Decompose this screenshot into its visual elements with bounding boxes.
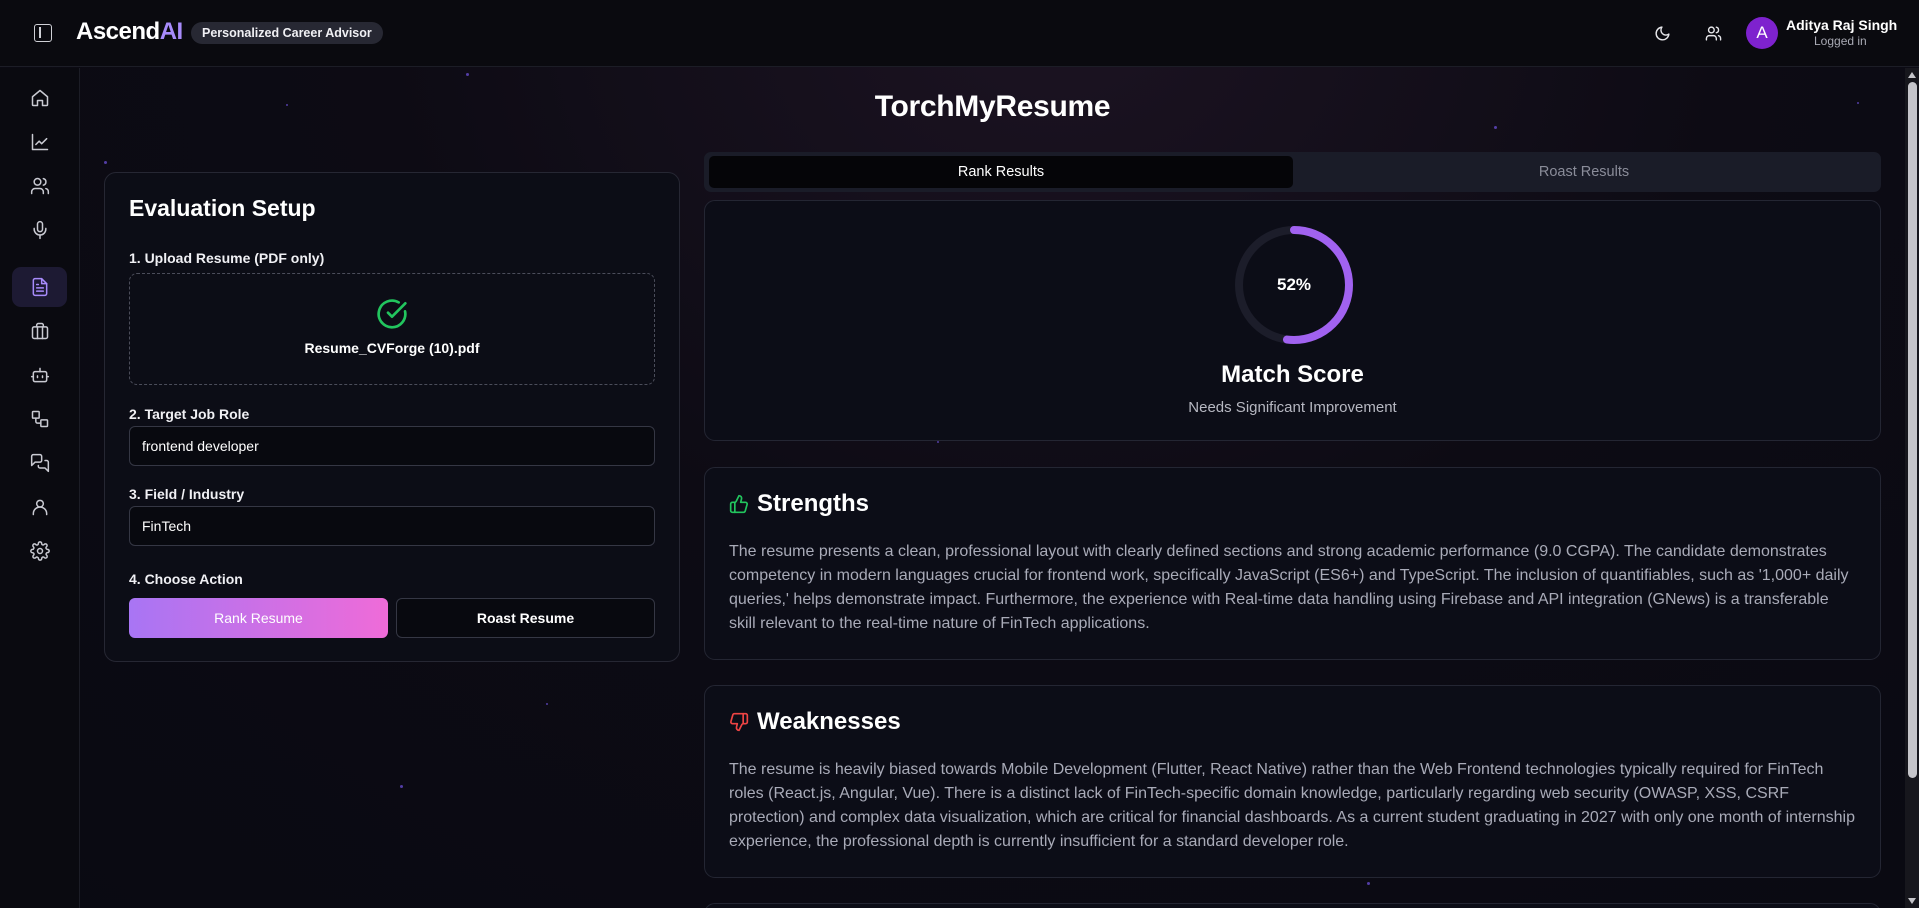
- theme-toggle-icon[interactable]: [1650, 21, 1674, 45]
- scroll-down-arrow-icon[interactable]: [1908, 898, 1916, 904]
- tab-rank-results[interactable]: Rank Results: [709, 156, 1293, 188]
- job-role-input[interactable]: [129, 426, 655, 466]
- page-title: TorchMyResume: [874, 90, 1111, 123]
- background-star: [104, 161, 107, 164]
- sidebar-item-community[interactable]: [12, 166, 67, 206]
- results-tabs: Rank Results Roast Results: [704, 152, 1881, 192]
- strengths-title: Strengths: [757, 490, 870, 517]
- weaknesses-title: Weaknesses: [757, 708, 901, 735]
- next-section-card: [704, 903, 1881, 908]
- role-label: 2. Target Job Role: [129, 406, 250, 422]
- weaknesses-card: Weaknesses The resume is heavily biased …: [704, 685, 1881, 878]
- user-name: Aditya Raj Singh: [1786, 17, 1898, 33]
- resume-dropzone[interactable]: Resume_CVForge (10).pdf: [129, 273, 655, 385]
- score-title: Match Score: [1221, 361, 1364, 388]
- profile-icon: [32, 499, 47, 516]
- flow-icon: [31, 410, 48, 428]
- check-circle-icon: [377, 299, 407, 329]
- user-status: Logged in: [1814, 34, 1867, 48]
- sidebar-item-chat[interactable]: [12, 443, 67, 483]
- sidebar: [0, 68, 80, 908]
- evaluation-setup-card: Evaluation Setup 1. Upload Resume (PDF o…: [104, 172, 680, 662]
- brand-accent: AI: [159, 18, 184, 45]
- industry-label: 3. Field / Industry: [129, 486, 245, 502]
- brand-name: Ascend: [76, 18, 160, 45]
- scroll-up-arrow-icon[interactable]: [1908, 72, 1916, 78]
- background-star: [937, 441, 939, 443]
- setup-title: Evaluation Setup: [129, 195, 316, 221]
- tab-roast-results[interactable]: Roast Results: [1292, 156, 1876, 188]
- sidebar-item-resume[interactable]: [12, 267, 67, 307]
- roast-resume-button[interactable]: Roast Resume: [396, 598, 655, 638]
- document-icon: [32, 277, 47, 297]
- tagline-badge: Personalized Career Advisor: [191, 22, 383, 44]
- avatar[interactable]: A: [1746, 17, 1778, 49]
- brand-logo[interactable]: AscendAI: [76, 18, 183, 46]
- upload-label: 1. Upload Resume (PDF only): [129, 250, 325, 266]
- bot-icon: [30, 367, 49, 383]
- microphone-icon: [32, 220, 47, 240]
- sidebar-item-analytics[interactable]: [12, 122, 67, 162]
- score-subtitle: Needs Significant Improvement: [1188, 399, 1397, 416]
- score-percent: 52%: [1276, 275, 1312, 294]
- industry-input[interactable]: [129, 506, 655, 546]
- sidebar-item-settings[interactable]: [12, 531, 67, 571]
- page-scrollbar[interactable]: [1905, 68, 1919, 908]
- weaknesses-text: The resume is heavily biased towards Mob…: [729, 761, 1855, 850]
- action-label: 4. Choose Action: [129, 571, 243, 587]
- users-icon: [30, 177, 49, 195]
- thumbs-up-icon: [729, 494, 748, 514]
- users-icon[interactable]: [1701, 21, 1725, 45]
- background-star: [1494, 126, 1497, 129]
- chat-icon: [30, 453, 49, 473]
- settings-icon: [29, 541, 50, 561]
- thumbs-down-icon: [730, 712, 749, 732]
- strengths-card: Strengths The resume presents a clean, p…: [704, 467, 1881, 660]
- sidebar-item-interview[interactable]: [12, 210, 67, 250]
- sidebar-item-roadmap[interactable]: [12, 399, 67, 439]
- sidebar-item-profile[interactable]: [12, 487, 67, 527]
- briefcase-icon: [31, 322, 48, 340]
- background-star: [546, 703, 548, 705]
- background-star: [400, 785, 403, 788]
- top-header: AscendAI Personalized Career Advisor A A…: [0, 0, 1919, 67]
- app-root: AscendAI Personalized Career Advisor A A…: [0, 0, 1919, 908]
- uploaded-file-name: Resume_CVForge (10).pdf: [304, 340, 480, 356]
- background-star: [466, 73, 469, 76]
- sidebar-item-assistant[interactable]: [12, 355, 67, 395]
- rank-resume-button[interactable]: Rank Resume: [129, 598, 388, 638]
- chart-icon: [31, 133, 48, 151]
- sidebar-toggle-icon[interactable]: [34, 24, 52, 42]
- match-score-card: 52% Match Score Needs Significant Improv…: [704, 200, 1881, 441]
- background-star: [1367, 882, 1370, 885]
- sidebar-item-jobs[interactable]: [12, 311, 67, 351]
- strengths-text: The resume presents a clean, professiona…: [729, 543, 1849, 632]
- scroll-thumb[interactable]: [1908, 82, 1917, 778]
